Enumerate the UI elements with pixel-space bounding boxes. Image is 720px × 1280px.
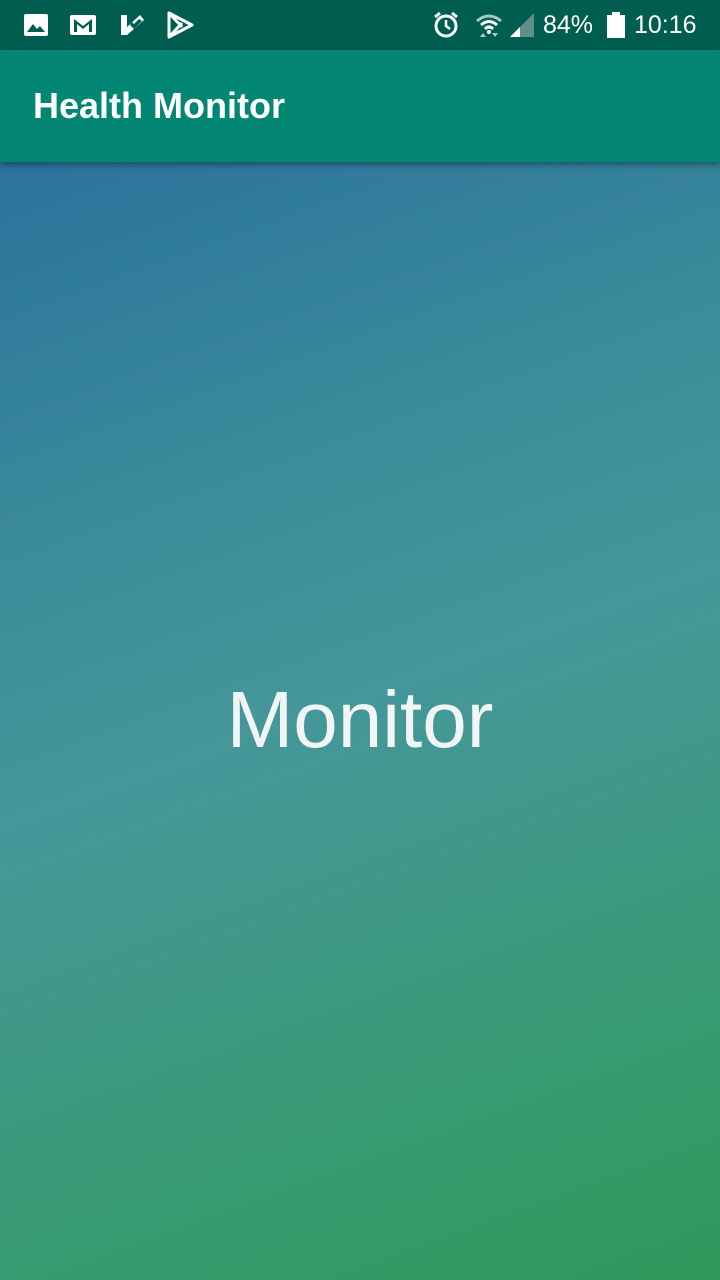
signal-icon [508,11,536,39]
battery-percent: 84% [543,11,594,39]
status-time: 10:16 [634,11,697,39]
gmail-icon [69,11,97,39]
monitor-panel[interactable]: Monitor [0,162,720,1280]
monitor-label: Monitor [226,675,494,764]
battery-icon [602,11,630,39]
app-bar: Health Monitor [0,50,720,162]
image-icon [22,11,50,39]
app-screen: 84% 10:16 Health Monitor Monitor [0,0,720,1280]
wifi-icon [475,11,503,39]
status-bar: 84% 10:16 [0,0,720,50]
alarm-icon [432,11,460,39]
check-app-icon [118,11,146,39]
app-title: Health Monitor [33,85,285,126]
play-store-icon [166,11,194,39]
